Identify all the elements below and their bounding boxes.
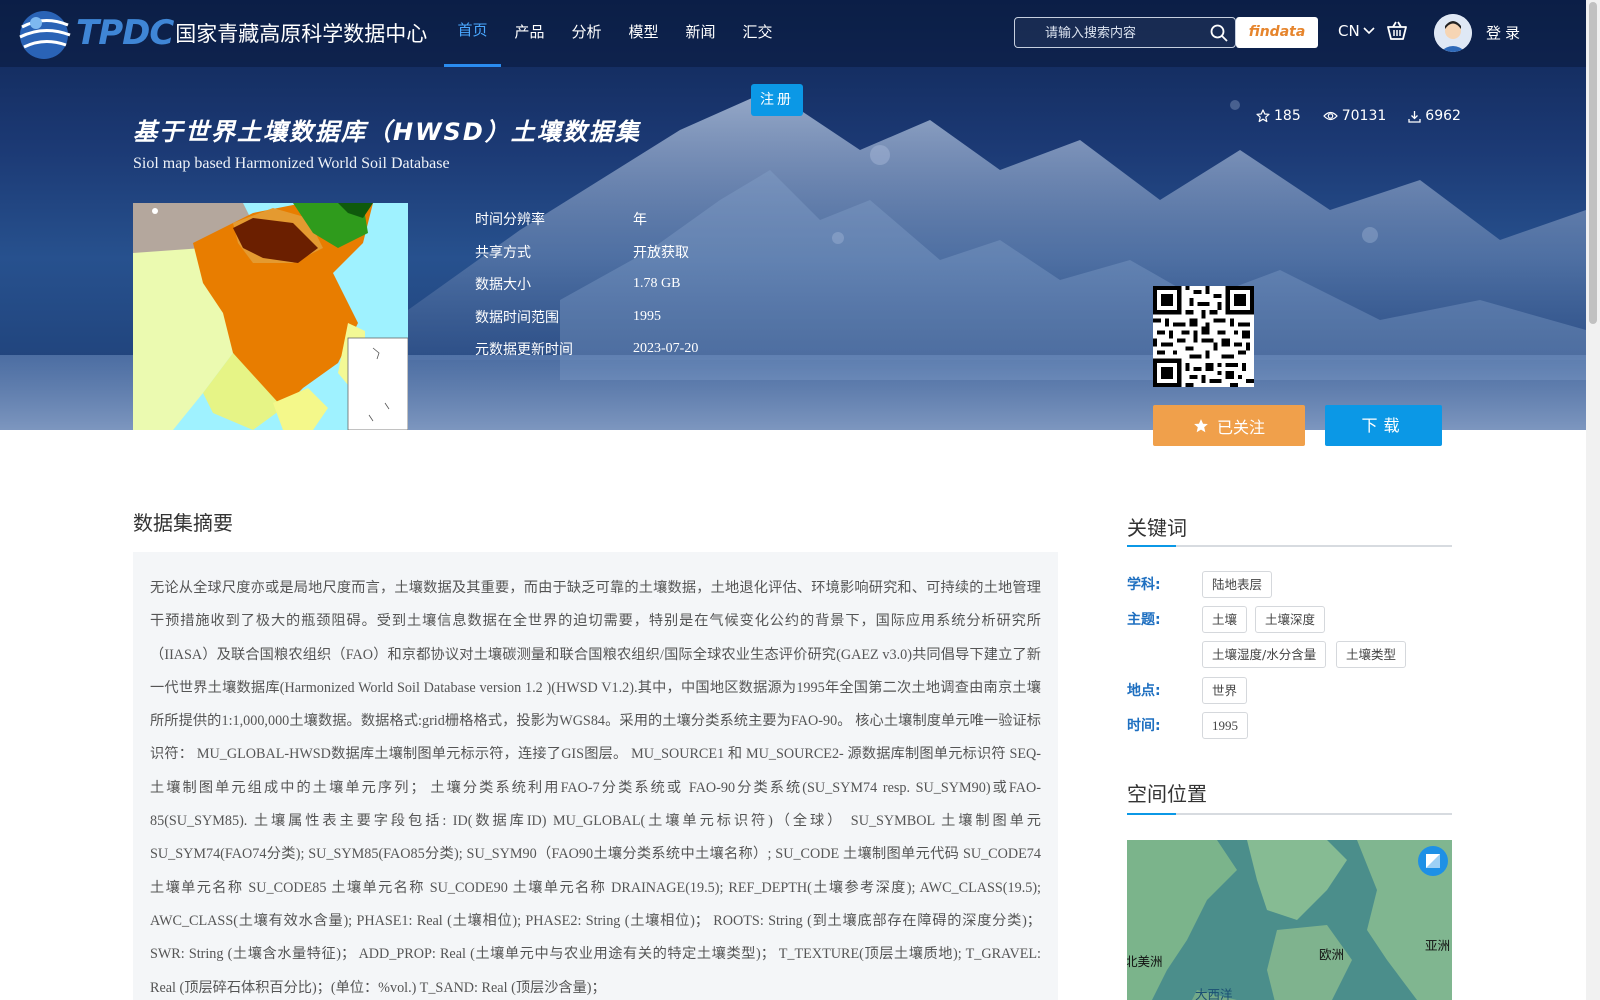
language-label: CN bbox=[1338, 22, 1360, 40]
meta-row: 数据时间范围 1995 bbox=[475, 301, 698, 334]
keyword-label-time: 时间: bbox=[1127, 718, 1161, 734]
chevron-down-icon bbox=[1363, 27, 1375, 35]
map-layer-icon bbox=[1426, 854, 1440, 868]
summary-panel: 无论从全球尺度亦或是局地尺度而言，土壤数据及其重要，而由于缺乏可靠的土壤数据，土… bbox=[133, 552, 1058, 1000]
dataset-stats: 185 70131 6962 bbox=[1256, 108, 1483, 124]
location-map[interactable]: 北美洲 欧洲 亚洲 大西洋 bbox=[1127, 840, 1452, 1000]
keyword-tag[interactable]: 土壤深度 bbox=[1255, 606, 1326, 633]
follow-label: 已关注 bbox=[1216, 417, 1265, 437]
nav-models[interactable]: 模型 bbox=[615, 0, 672, 67]
map-label-asia: 亚洲 bbox=[1425, 938, 1451, 953]
qr-code bbox=[1153, 286, 1254, 387]
summary-text: 无论从全球尺度亦或是局地尺度而言，土壤数据及其重要，而由于缺乏可靠的土壤数据，土… bbox=[150, 580, 1041, 996]
download-icon bbox=[1408, 110, 1421, 123]
meta-value-time-range: 1995 bbox=[633, 308, 661, 324]
soil-map-image bbox=[133, 203, 408, 430]
top-navbar: TPDC 国家青藏高原科学数据中心 首页 产品 分析 模型 新闻 汇交 find… bbox=[0, 0, 1586, 67]
main-nav: 首页 产品 分析 模型 新闻 汇交 bbox=[444, 0, 786, 67]
meta-key-updated: 元数据更新时间 bbox=[475, 342, 573, 359]
follow-button[interactable]: 已关注 bbox=[1153, 405, 1305, 446]
meta-key-sharing: 共享方式 bbox=[475, 244, 531, 261]
meta-key-size: 数据大小 bbox=[475, 277, 531, 294]
keyword-tag[interactable]: 土壤 bbox=[1202, 606, 1248, 633]
language-switcher[interactable]: CN bbox=[1338, 22, 1375, 40]
logo-acronym: TPDC bbox=[76, 13, 174, 53]
nav-submit[interactable]: 汇交 bbox=[729, 0, 786, 67]
meta-row: 共享方式 开放获取 bbox=[475, 236, 698, 269]
summary-heading: 数据集摘要 bbox=[133, 511, 233, 535]
scrollbar-thumb[interactable] bbox=[1589, 2, 1597, 324]
dataset-thumbnail[interactable] bbox=[133, 203, 408, 430]
search-box bbox=[1014, 17, 1236, 48]
map-label-north-america: 北美洲 bbox=[1127, 954, 1163, 969]
site-logo[interactable]: TPDC 国家青藏高原科学数据中心 bbox=[14, 2, 427, 64]
meta-value-updated: 2023-07-20 bbox=[633, 341, 699, 357]
meta-value-time-resolution: 年 bbox=[633, 213, 647, 229]
globe-logo-icon bbox=[19, 11, 71, 59]
user-avatar-icon bbox=[1434, 14, 1472, 52]
location-heading: 空间位置 bbox=[1127, 782, 1207, 806]
nav-home[interactable]: 首页 bbox=[444, 0, 501, 67]
world-map-image bbox=[1127, 840, 1452, 1000]
findata-button[interactable]: findata bbox=[1236, 17, 1318, 48]
keywords-divider bbox=[1127, 545, 1452, 547]
keyword-label-discipline: 学科: bbox=[1127, 577, 1161, 593]
keyword-tag[interactable]: 1995 bbox=[1202, 712, 1248, 739]
favorites-stat: 185 bbox=[1256, 108, 1301, 124]
meta-key-time-range: 数据时间范围 bbox=[475, 309, 559, 326]
search-input[interactable] bbox=[1045, 23, 1205, 43]
map-label-atlantic: 大西洋 bbox=[1195, 987, 1233, 1000]
login-link[interactable]: 登录 bbox=[1486, 22, 1524, 43]
keyword-tag[interactable]: 陆地表层 bbox=[1202, 571, 1273, 598]
meta-row: 时间分辨率 年 bbox=[475, 203, 698, 236]
keyword-label-theme: 主题: bbox=[1127, 612, 1161, 628]
favorites-count: 185 bbox=[1274, 108, 1301, 124]
keyword-tag[interactable]: 土壤湿度/水分含量 bbox=[1202, 641, 1327, 668]
search-icon[interactable] bbox=[1209, 23, 1229, 43]
views-count: 70131 bbox=[1341, 108, 1387, 124]
download-button[interactable]: 下载 bbox=[1325, 405, 1442, 446]
user-avatar[interactable] bbox=[1434, 14, 1472, 52]
star-icon bbox=[1256, 109, 1270, 123]
dataset-metadata: 时间分辨率 年 共享方式 开放获取 数据大小 1.78 GB 数据时间范围 19… bbox=[475, 203, 698, 366]
location-divider bbox=[1127, 813, 1452, 815]
logo-site-name: 国家青藏高原科学数据中心 bbox=[175, 22, 428, 46]
nav-analysis[interactable]: 分析 bbox=[558, 0, 615, 67]
meta-row: 元数据更新时间 2023-07-20 bbox=[475, 333, 698, 366]
keywords-heading: 关键词 bbox=[1127, 516, 1187, 540]
star-filled-icon bbox=[1194, 418, 1208, 432]
dataset-title: 基于世界土壤数据库（HWSD）土壤数据集 bbox=[133, 118, 641, 146]
findata-label: findata bbox=[1248, 24, 1306, 40]
downloads-stat: 6962 bbox=[1408, 108, 1461, 124]
dataset-title-en: Siol map based Harmonized World Soil Dat… bbox=[133, 155, 450, 172]
meta-key-time-resolution: 时间分辨率 bbox=[475, 212, 545, 229]
qr-code-icon bbox=[1153, 286, 1254, 387]
keyword-label-location: 地点: bbox=[1127, 683, 1161, 699]
eye-icon bbox=[1322, 111, 1338, 121]
cart-icon[interactable] bbox=[1386, 20, 1408, 42]
keyword-tag[interactable]: 土壤类型 bbox=[1336, 641, 1407, 668]
meta-value-size: 1.78 GB bbox=[633, 276, 681, 292]
nav-news[interactable]: 新闻 bbox=[672, 0, 729, 67]
map-layer-toggle[interactable] bbox=[1418, 846, 1448, 876]
keyword-tag[interactable]: 世界 bbox=[1202, 677, 1248, 704]
page-scrollbar[interactable] bbox=[1586, 0, 1600, 1000]
meta-value-sharing: 开放获取 bbox=[633, 245, 689, 261]
views-stat: 70131 bbox=[1322, 108, 1387, 124]
meta-row: 数据大小 1.78 GB bbox=[475, 268, 698, 301]
map-label-europe: 欧洲 bbox=[1319, 947, 1345, 962]
nav-products[interactable]: 产品 bbox=[501, 0, 558, 67]
downloads-count: 6962 bbox=[1425, 108, 1461, 124]
register-button[interactable]: 注册 bbox=[751, 84, 803, 116]
